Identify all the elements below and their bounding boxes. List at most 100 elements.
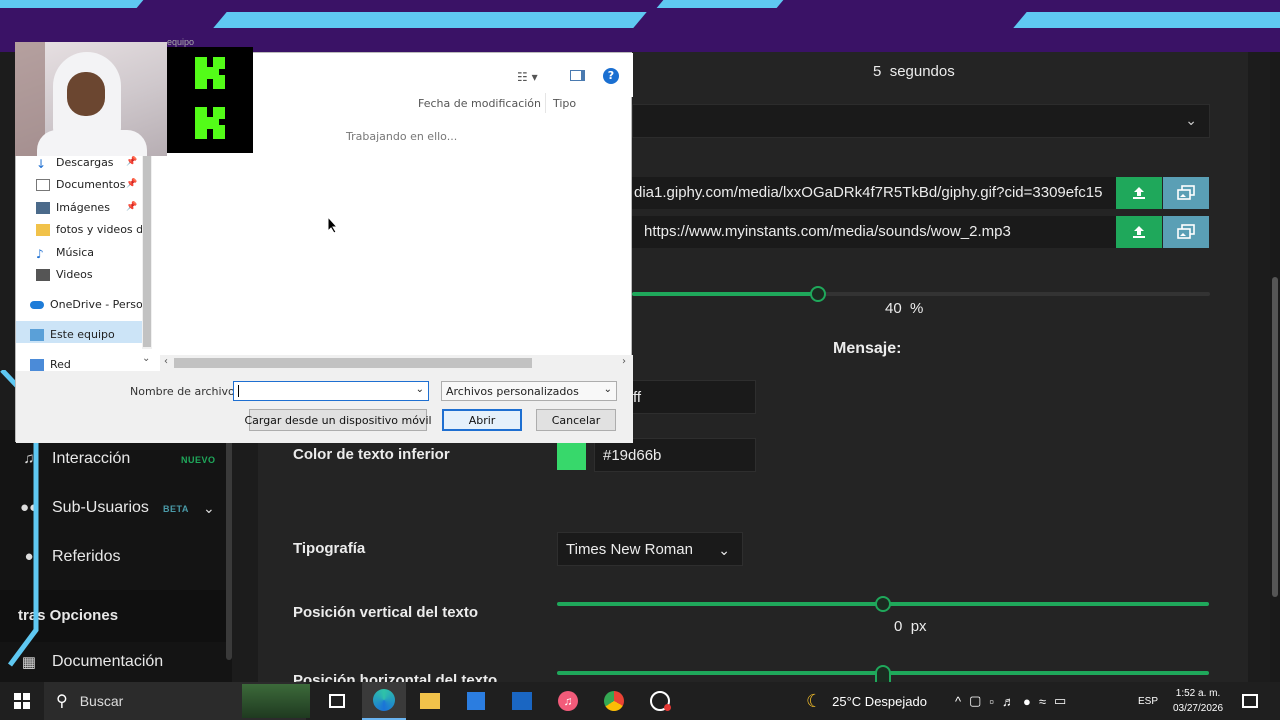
clock[interactable]: 1:52 a. m. 03/27/2026	[1166, 686, 1230, 716]
tree-item-videos[interactable]: Videos	[36, 268, 158, 281]
itunes-button[interactable]: ♫	[546, 682, 590, 720]
tree-item-label: Descargas	[56, 156, 114, 169]
content-h-scrollbar[interactable]: ‹ ›	[160, 355, 633, 371]
download-icon: ↓	[36, 156, 47, 170]
store-button[interactable]	[454, 682, 498, 720]
vertical-position-handle[interactable]	[875, 596, 891, 612]
notification-icon	[1242, 694, 1258, 708]
filename-input[interactable]: ⌄	[233, 381, 429, 401]
page-scrollbar[interactable]	[1270, 52, 1280, 682]
message-heading: Mensaje:	[833, 340, 902, 357]
usb-icon[interactable]: ▫	[989, 694, 1002, 709]
music-icon: ♪	[36, 246, 44, 260]
chevron-down-icon[interactable]: ⌄	[142, 353, 150, 364]
tree-scrollbar[interactable]	[142, 153, 152, 349]
tree-item-label: Música	[56, 246, 95, 259]
typography-value: Times New Roman	[566, 541, 693, 558]
images-icon	[1177, 185, 1195, 200]
edge-icon	[373, 689, 395, 711]
banner-stripe	[656, 0, 784, 8]
overlay-label: equipo	[167, 37, 195, 47]
horizontal-position-label: Posición horizontal del texto	[293, 672, 498, 682]
tree-item-red[interactable]: Red	[30, 358, 152, 371]
volume-slider-handle[interactable]	[810, 286, 826, 302]
chevron-up-icon[interactable]: ^	[955, 694, 969, 709]
taskbar-search[interactable]: ⚲ Buscar	[44, 682, 310, 720]
tree-item-imagenes[interactable]: Imágenes	[36, 201, 158, 214]
battery-icon[interactable]: ▭	[1054, 693, 1074, 709]
search-placeholder: Buscar	[79, 693, 124, 709]
recording-dot-icon	[664, 704, 671, 711]
mail-icon	[512, 692, 532, 710]
bottom-color-swatch[interactable]	[557, 440, 586, 470]
sidebar-scrollbar[interactable]	[226, 440, 232, 660]
image-icon	[36, 201, 50, 214]
system-tray-icons[interactable]: ^ ▢ ▫ ♬ ● ≈ ▭	[955, 682, 1074, 720]
upload-sound-button[interactable]	[1116, 216, 1162, 248]
view-options-icon[interactable]: ☷ ▾	[517, 70, 538, 84]
start-button[interactable]	[0, 682, 44, 720]
tree-item-documentos[interactable]: Documentos	[36, 178, 158, 191]
file-type-select[interactable]: Archivos personalizados ⌄	[441, 381, 617, 401]
gallery-gif-button[interactable]	[1163, 177, 1209, 209]
preview-pane-icon[interactable]	[570, 70, 585, 81]
chrome-button[interactable]	[592, 682, 636, 720]
banner-stripe	[1013, 12, 1280, 28]
column-modified[interactable]: Fecha de modificación	[418, 97, 541, 110]
chevron-down-icon[interactable]: ⌄	[203, 500, 215, 517]
images-icon	[1177, 224, 1195, 239]
video-icon	[36, 268, 50, 281]
weather-widget[interactable]: ☾ 25°C Despejado	[806, 682, 927, 720]
tree-item-descargas[interactable]: ↓ Descargas	[36, 156, 158, 169]
upload-icon	[1133, 226, 1145, 238]
tray-app-icon[interactable]: ▢	[969, 693, 989, 709]
scroll-right-icon[interactable]: ›	[622, 356, 626, 367]
webcam-person-face	[67, 72, 105, 116]
edge-button[interactable]	[362, 682, 406, 720]
scrollbar-thumb[interactable]	[1272, 277, 1278, 597]
typography-label: Tipografía	[293, 540, 366, 557]
help-icon[interactable]: ?	[603, 68, 619, 84]
speaker-icon[interactable]: ♬	[1002, 694, 1023, 709]
music-app-icon: ♫	[558, 691, 578, 711]
tree-item-label: Videos	[56, 268, 93, 281]
open-button[interactable]: Abrir	[442, 409, 522, 431]
file-type-value: Archivos personalizados	[446, 384, 579, 398]
cancel-button[interactable]: Cancelar	[536, 409, 616, 431]
tree-item-fotos[interactable]: fotos y videos de	[36, 223, 158, 236]
upload-gif-button[interactable]	[1116, 177, 1162, 209]
task-view-button[interactable]	[315, 682, 359, 720]
scrollbar-thumb[interactable]	[143, 153, 151, 347]
scroll-left-icon[interactable]: ‹	[164, 356, 168, 367]
typography-select[interactable]: Times New Roman ⌄	[557, 532, 743, 566]
notifications-button[interactable]	[1228, 682, 1272, 720]
duration-value: 5 segundos	[873, 63, 955, 80]
obs-button[interactable]	[638, 682, 682, 720]
tree-item-onedrive[interactable]: OneDrive - Persor	[30, 298, 154, 311]
network-icon	[30, 358, 44, 371]
load-from-mobile-button[interactable]: Cargar desde un dispositivo móvil	[244, 409, 432, 431]
gif-url-input[interactable]: dia1.giphy.com/media/lxxOGaDRk4f7R5TkBd/…	[632, 177, 1116, 209]
tree-item-label: Imágenes	[56, 201, 110, 214]
sound-url-input[interactable]: https://www.myinstants.com/media/sounds/…	[632, 216, 1116, 248]
tree-item-musica[interactable]: ♪ Música	[36, 246, 158, 259]
bottom-text-color-label: Color de texto inferior	[293, 446, 450, 463]
beta-badge: BETA	[163, 504, 189, 514]
microphone-icon[interactable]: ●	[1023, 694, 1039, 709]
chevron-down-icon[interactable]: ⌄	[416, 384, 424, 395]
gallery-sound-button[interactable]	[1163, 216, 1209, 248]
media-select[interactable]: ⌄	[632, 104, 1210, 138]
wifi-icon[interactable]: ≈	[1039, 694, 1054, 709]
scrollbar-thumb[interactable]	[174, 358, 532, 368]
explorer-button[interactable]	[408, 682, 452, 720]
bottom-text-color-input[interactable]: #19d66b	[594, 438, 756, 472]
outlook-button[interactable]	[500, 682, 544, 720]
tree-item-este-equipo[interactable]: Este equipo	[30, 328, 152, 341]
document-icon	[36, 178, 50, 191]
weather-text: 25°C Despejado	[832, 693, 927, 709]
language-indicator[interactable]: ESP	[1138, 682, 1158, 720]
webcam-overlay	[15, 42, 167, 156]
horizontal-position-handle[interactable]	[875, 665, 891, 682]
search-highlight-image	[242, 684, 310, 718]
column-type[interactable]: Tipo	[553, 97, 576, 110]
